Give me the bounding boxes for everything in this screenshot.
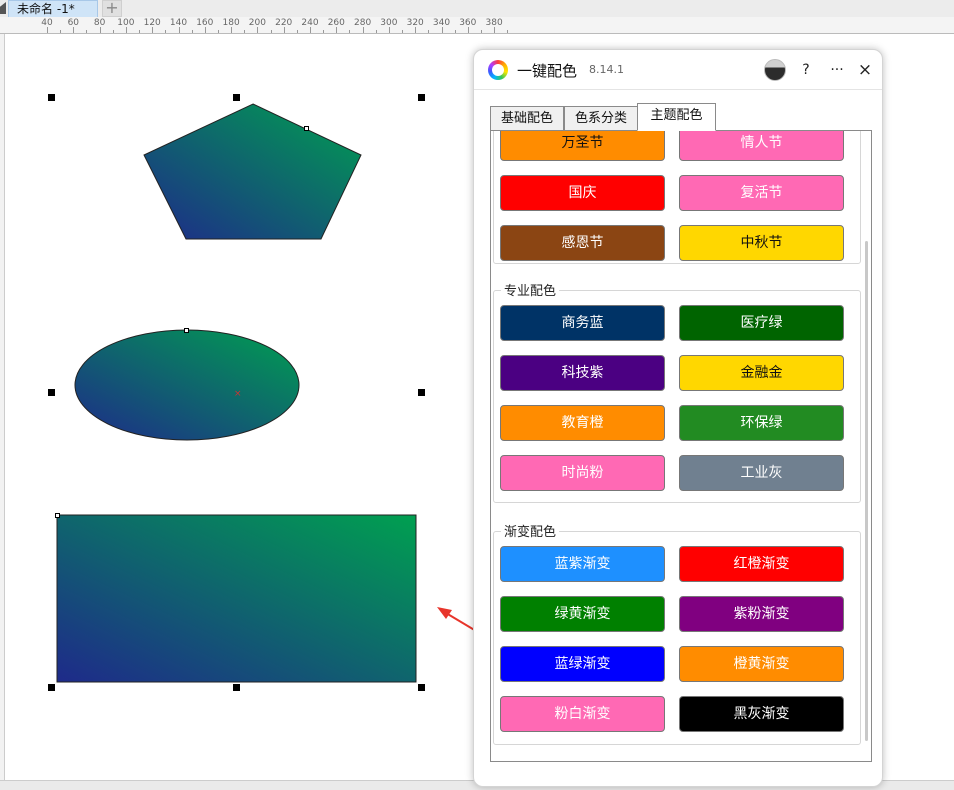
color-button-business-blue[interactable]: 商务蓝 [500,305,665,341]
selection-handle[interactable] [418,389,425,396]
ruler-minor-tick [60,30,62,33]
ruler-minor-tick [270,30,272,33]
ruler-tick [283,27,285,33]
document-tab-bar: 未命名 -1* + [0,0,954,17]
color-button-purple-pink-gradient[interactable]: 紫粉渐变 [679,596,844,632]
color-button-pink-white-gradient[interactable]: 粉白渐变 [500,696,665,732]
ruler-minor-tick [296,30,298,33]
ruler-minor-tick [217,30,219,33]
color-button-education-orange[interactable]: 教育橙 [500,405,665,441]
close-icon[interactable]: × [856,60,874,80]
ruler-tick [204,27,206,33]
gradient-colors-group: 渐变配色 蓝紫渐变 红橙渐变 绿黄渐变 紫粉渐变 蓝绿渐变 橙黄渐变 粉白渐变 … [493,521,861,745]
color-button-halloween[interactable]: 万圣节 [500,131,665,161]
color-button-mid-autumn[interactable]: 中秋节 [679,225,844,261]
docker-version: 8.14.1 [589,63,624,76]
ruler-tick [47,27,48,33]
ruler-minor-tick [244,30,246,33]
docker-header: 一键配色 8.14.1 ? ··· × [474,50,882,90]
shape-node[interactable] [55,513,60,518]
ruler-minor-tick [428,30,430,33]
color-button-tech-purple[interactable]: 科技紫 [500,355,665,391]
ruler-tick [441,27,443,33]
ruler-tick [494,27,496,33]
ruler-tick [388,27,390,33]
ruler-minor-tick [112,30,114,33]
ruler-tick [362,27,364,33]
ruler-minor-tick [139,30,141,33]
ruler-tick [125,27,127,33]
tab-color-families[interactable]: 色系分类 [564,106,638,131]
color-button-national-day[interactable]: 国庆 [500,175,665,211]
ruler-minor-tick [480,30,482,33]
ruler-minor-tick [323,30,325,33]
color-button-thanksgiving[interactable]: 感恩节 [500,225,665,261]
color-button-black-gray-gradient[interactable]: 黑灰渐变 [679,696,844,732]
ruler-tick [73,27,75,33]
ellipse-shape[interactable] [74,329,300,441]
color-button-green-yellow-gradient[interactable]: 绿黄渐变 [500,596,665,632]
ruler-minor-tick [349,30,351,33]
docker-title: 一键配色 [517,62,578,80]
rectangle-shape[interactable] [56,514,417,683]
content-scrollbar[interactable] [865,241,868,741]
more-options-button[interactable]: ··· [828,60,846,80]
ruler-minor-tick [507,30,509,33]
selection-handle[interactable] [48,389,55,396]
color-button-eco-green[interactable]: 环保绿 [679,405,844,441]
selection-handle[interactable] [233,94,240,101]
ruler-tick [336,27,338,33]
ruler-tick [99,27,101,33]
shape-node[interactable] [184,328,189,333]
shape-node[interactable] [304,126,309,131]
document-tab[interactable]: 未命名 -1* [8,0,98,17]
new-tab-button[interactable]: + [102,0,122,17]
color-button-easter[interactable]: 复活节 [679,175,844,211]
ruler-minor-tick [86,30,88,33]
pentagon-shape[interactable] [143,103,362,240]
ruler-tick [467,27,469,33]
color-button-blue-green-gradient[interactable]: 蓝绿渐变 [500,646,665,682]
holiday-group: 万圣节 情人节 国庆 复活节 感恩节 中秋节 [493,131,861,264]
selection-handle[interactable] [418,684,425,691]
ruler-minor-tick [454,30,456,33]
ruler-tick [257,27,259,33]
selection-handle[interactable] [48,684,55,691]
color-wheel-logo-icon [488,60,508,80]
ellipse-center-mark: × [234,389,242,399]
horizontal-ruler: 40 60 80 100 120 140 160 180 200 220 240 260 280 300 3… [0,17,954,34]
color-button-medical-green[interactable]: 医疗绿 [679,305,844,341]
group-title-professional: 专业配色 [501,280,560,299]
tab-theme-colors[interactable]: 主题配色 [637,103,716,131]
ruler-minor-tick [165,30,167,33]
tab-basic-colors[interactable]: 基础配色 [490,106,564,131]
ruler-tick [152,27,154,33]
selection-handle[interactable] [233,684,240,691]
ruler-tick [178,27,180,33]
color-button-valentine[interactable]: 情人节 [679,131,844,161]
ruler-minor-tick [191,30,193,33]
ruler-tick [310,27,311,33]
ruler-minor-tick [402,30,404,33]
selection-handle[interactable] [418,94,425,101]
color-button-orange-yellow-gradient[interactable]: 橙黄渐变 [679,646,844,682]
user-avatar[interactable] [764,59,786,81]
color-docker-panel: 一键配色 8.14.1 ? ··· × 基础配色 色系分类 主题配色 万圣节 情… [473,49,883,787]
color-button-blue-purple-gradient[interactable]: 蓝紫渐变 [500,546,665,582]
professional-colors-group: 专业配色 商务蓝 医疗绿 科技紫 金融金 教育橙 环保绿 时尚粉 工业灰 [493,280,861,503]
home-icon[interactable] [0,2,6,14]
ruler-tick [415,27,417,33]
color-button-industrial-gray[interactable]: 工业灰 [679,455,844,491]
color-button-fashion-pink[interactable]: 时尚粉 [500,455,665,491]
theme-colors-content[interactable]: 万圣节 情人节 国庆 复活节 感恩节 中秋节 专业配色 商务蓝 医疗绿 科技紫 … [490,130,872,762]
group-title-gradient: 渐变配色 [501,521,560,540]
color-button-red-orange-gradient[interactable]: 红橙渐变 [679,546,844,582]
help-button[interactable]: ? [797,60,815,80]
ruler-minor-tick [375,30,377,33]
selection-handle[interactable] [48,94,55,101]
color-button-finance-gold[interactable]: 金融金 [679,355,844,391]
ruler-tick [231,27,233,33]
